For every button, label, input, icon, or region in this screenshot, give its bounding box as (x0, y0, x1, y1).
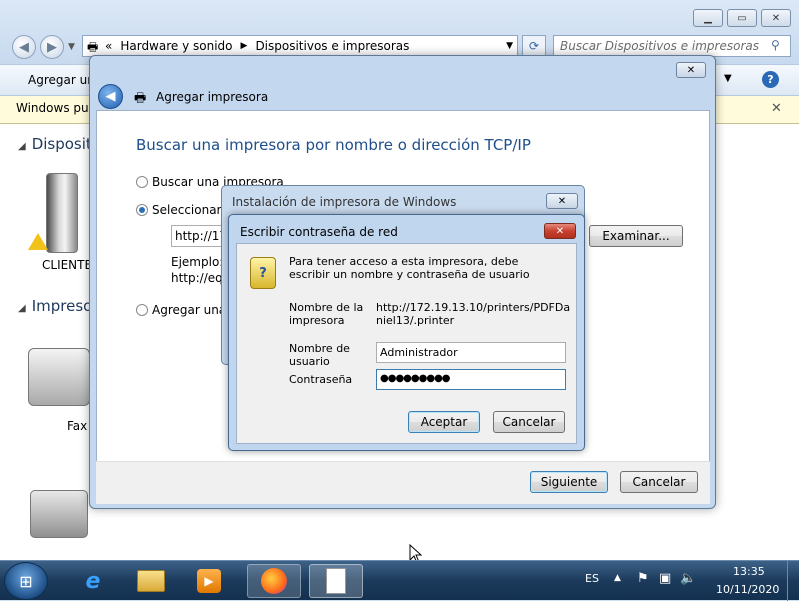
group-printers[interactable]: ◢ Impresor (18, 297, 99, 315)
printer-name-value: http://172.19.13.10/printers/PDFDaniel13… (376, 301, 571, 327)
forward-arrow-icon[interactable]: ▶ (40, 35, 64, 59)
info-bar-text: Windows pue (16, 101, 96, 115)
install-dialog-title: Instalación de impresora de Windows (232, 195, 457, 209)
wizard-close-button[interactable]: ✕ (676, 62, 706, 78)
next-button[interactable]: Siguiente (530, 471, 608, 493)
wizard-title: Agregar impresora (156, 90, 269, 104)
show-hidden-icons-chevron-icon[interactable]: ▲ (614, 573, 621, 583)
password-dialog-title: Escribir contraseña de red (240, 225, 398, 239)
collapse-triangle-icon: ◢ (18, 303, 26, 314)
group-devices-label: Dispositi (31, 135, 96, 153)
password-value: ●●●●●●●●● (380, 373, 451, 384)
clock-date[interactable]: 10/11/2020 (716, 583, 779, 596)
warning-icon (28, 233, 48, 250)
password-dialog-body: ? Para tener acceso a esta impresora, de… (236, 243, 577, 444)
password-label: Contraseña (289, 373, 353, 386)
clock-time[interactable]: 13:35 (733, 565, 765, 578)
fax-icon[interactable] (28, 348, 90, 406)
device-fax-label: Fax (67, 419, 88, 433)
username-label: Nombre de usuario (289, 342, 350, 368)
breadcrumb-prefix: « (105, 39, 113, 53)
firefox-icon[interactable] (247, 564, 301, 598)
password-input[interactable]: ●●●●●●●●● (376, 369, 566, 390)
printer-name-label: Nombre de la impresora (289, 301, 364, 327)
search-input[interactable]: Buscar Dispositivos e impresoras (553, 35, 791, 57)
wizard-printer-icon: 🖶 (134, 91, 147, 106)
username-value: Administrador (380, 346, 458, 359)
wizard-cancel-button-label: Cancelar (632, 475, 686, 489)
wizard-footer: Siguiente Cancelar (96, 461, 710, 504)
accept-button-label: Aceptar (420, 415, 468, 429)
network-icon[interactable]: ▣ (659, 571, 671, 586)
url-value: http://17 (175, 229, 228, 243)
install-dialog-close-button[interactable]: ✕ (546, 193, 578, 209)
accept-button[interactable]: Aceptar (408, 411, 480, 433)
password-cancel-button-label: Cancelar (502, 415, 556, 429)
lock-question-icon: ? (250, 257, 276, 289)
radio-select-shared[interactable] (136, 204, 148, 216)
back-arrow-icon[interactable]: ◀ (12, 35, 36, 59)
start-button[interactable]: ⊞ (4, 562, 48, 600)
info-bar-close-icon[interactable]: ✕ (771, 101, 782, 116)
radio-search-printer[interactable] (136, 176, 148, 188)
search-icon: ⚲ (771, 38, 780, 52)
internet-explorer-icon[interactable]: e (66, 564, 120, 598)
wizard-cancel-button[interactable]: Cancelar (620, 471, 698, 493)
browse-button-label: Examinar... (602, 229, 670, 243)
breadcrumb-item-hardware[interactable]: Hardware y sonido (120, 39, 232, 53)
recent-pages-chevron-icon[interactable]: ▼ (68, 42, 75, 52)
password-dialog-close-button[interactable]: ✕ (544, 223, 576, 239)
file-explorer-icon[interactable] (124, 564, 178, 598)
blank-document-icon[interactable] (309, 564, 363, 598)
network-password-dialog: Escribir contraseña de red ✕ ? Para tene… (228, 214, 585, 451)
help-icon[interactable]: ? (762, 71, 779, 88)
address-bar[interactable]: « Hardware y sonido ▶ Dispositivos e imp… (82, 35, 518, 57)
language-indicator[interactable]: ES (585, 572, 599, 585)
radio-add-tcpip[interactable] (136, 304, 148, 316)
wizard-heading: Buscar una impresora por nombre o direcc… (136, 136, 531, 154)
wizard-back-icon[interactable]: ◀ (98, 84, 123, 109)
device-client-label: CLIENTE (42, 258, 93, 272)
volume-icon[interactable]: 🔈 (680, 571, 696, 586)
collapse-triangle-icon: ◢ (18, 141, 26, 152)
breadcrumb-item-devices[interactable]: Dispositivos e impresoras (255, 39, 409, 53)
view-options-chevron-icon[interactable]: ▼ (724, 73, 732, 84)
minimize-button[interactable]: ▁ (693, 9, 723, 27)
next-button-label: Siguiente (540, 475, 598, 489)
browse-button[interactable]: Examinar... (589, 225, 683, 247)
computer-tower-icon[interactable] (46, 173, 78, 253)
password-dialog-message: Para tener acceso a esta impresora, debe… (289, 255, 530, 281)
address-dropdown-icon[interactable]: ▼ (506, 41, 513, 51)
refresh-icon[interactable]: ⟳ (522, 35, 546, 57)
group-devices[interactable]: ◢ Dispositi (18, 135, 96, 153)
show-desktop-button[interactable] (787, 561, 799, 601)
username-input[interactable]: Administrador (376, 342, 566, 363)
taskbar: ⊞ e ▶ ES ▲ ⚑ ▣ 🔈 13:35 10/11/2020 (0, 560, 799, 601)
search-placeholder: Buscar Dispositivos e impresoras (560, 39, 759, 53)
close-button[interactable]: ✕ (761, 9, 791, 27)
password-cancel-button[interactable]: Cancelar (493, 411, 565, 433)
breadcrumb-separator-icon: ▶ (240, 41, 248, 51)
printer-camera-icon[interactable] (30, 490, 88, 538)
media-player-icon[interactable]: ▶ (182, 564, 236, 598)
add-device-button[interactable]: Agregar un (28, 73, 95, 87)
maximize-button[interactable]: ▭ (727, 9, 757, 27)
action-center-flag-icon[interactable]: ⚑ (637, 571, 649, 586)
